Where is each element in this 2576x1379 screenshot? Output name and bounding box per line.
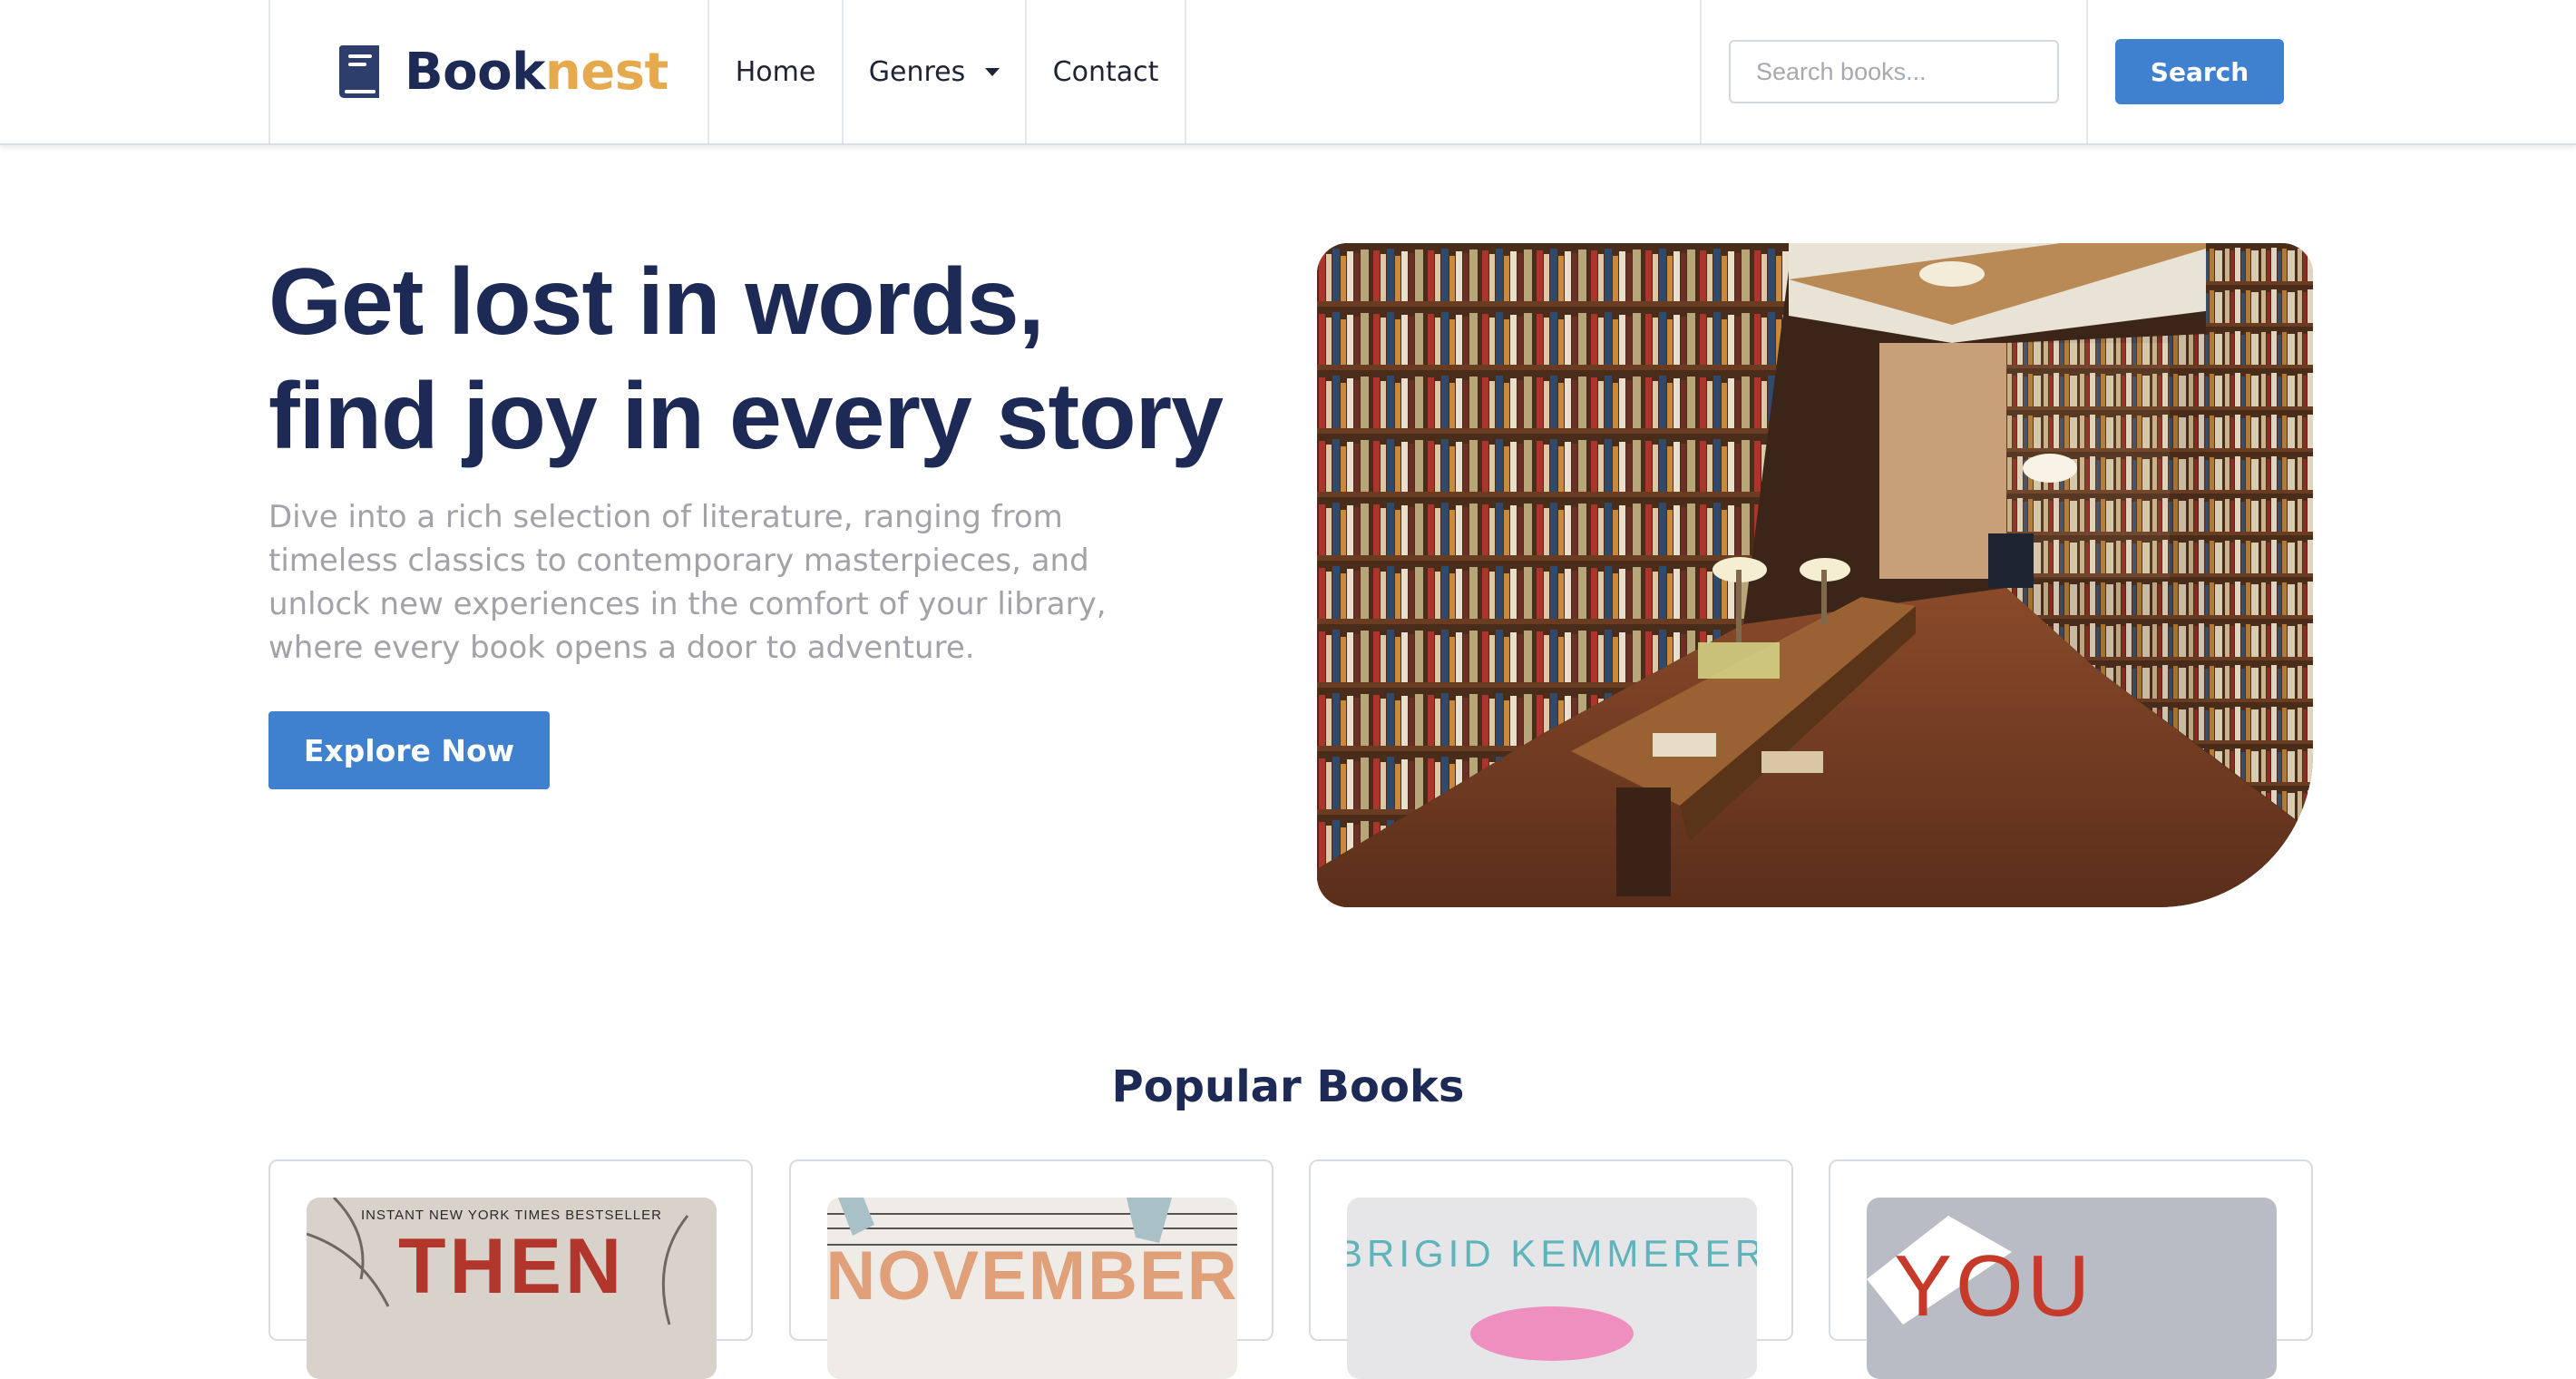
hero-title: Get lost in words, find joy in every sto… xyxy=(268,245,1266,474)
popular-books-title: Popular Books xyxy=(1111,1061,1465,1112)
brand-name-part2: nest xyxy=(544,42,668,102)
top-navbar: Booknest Home Genres Contact Search xyxy=(0,0,2576,145)
nav-item-contact-label: Contact xyxy=(1052,55,1159,88)
book-cover-tagline: INSTANT NEW YORK TIMES BESTSELLER xyxy=(361,1208,662,1223)
book-card[interactable]: NOVEMBER xyxy=(789,1159,1273,1379)
book-cover: BRIGID KEMMERER xyxy=(1347,1198,1757,1379)
nav-item-home[interactable]: Home xyxy=(707,0,842,143)
book-cover-art: NOVEMBER xyxy=(827,1198,1237,1315)
book-cover-title: YOU xyxy=(1894,1237,2093,1335)
hero-title-line2: find joy in every story xyxy=(268,364,1224,469)
nav-item-genres-label: Genres xyxy=(868,55,966,88)
book-cover-author: BRIGID KEMMERER xyxy=(1347,1232,1757,1275)
book-cover-art: YOU xyxy=(1867,1216,2093,1335)
search-container xyxy=(1700,0,2088,143)
search-button[interactable]: Search xyxy=(2115,39,2284,104)
book-card[interactable]: BRIGID KEMMERER xyxy=(1309,1159,1793,1379)
book-cover-title: NOVEMBER xyxy=(827,1237,1237,1315)
nav-item-contact[interactable]: Contact xyxy=(1025,0,1186,143)
book-card[interactable]: INSTANT NEW YORK TIMES BESTSELLER THEN xyxy=(268,1159,753,1379)
book-cover-title: THEN xyxy=(398,1223,625,1310)
hero-title-line1: Get lost in words, xyxy=(268,249,1045,355)
brand-name: Booknest xyxy=(405,43,668,102)
nav-item-genres[interactable]: Genres xyxy=(842,0,1025,143)
brand-logo[interactable]: Booknest xyxy=(268,0,707,143)
explore-now-button[interactable]: Explore Now xyxy=(268,711,550,789)
book-cover-art: INSTANT NEW YORK TIMES BESTSELLER THEN xyxy=(307,1198,689,1325)
book-cover: INSTANT NEW YORK TIMES BESTSELLER THEN xyxy=(307,1198,717,1379)
caret-down-icon xyxy=(985,67,1000,76)
nav-item-home-label: Home xyxy=(735,55,816,88)
book-icon xyxy=(339,45,379,98)
hero-description: Dive into a rich selection of literature… xyxy=(268,499,1107,666)
book-cover-art: BRIGID KEMMERER xyxy=(1347,1232,1757,1361)
book-cover: NOVEMBER xyxy=(827,1198,1237,1379)
library-illustration xyxy=(1317,243,2313,907)
search-input[interactable] xyxy=(1729,40,2059,103)
book-cover: YOU xyxy=(1867,1198,2277,1379)
hero-library-image xyxy=(1317,243,2313,907)
book-card[interactable]: YOU xyxy=(1829,1159,2313,1379)
brand-name-part1: Book xyxy=(405,42,545,102)
